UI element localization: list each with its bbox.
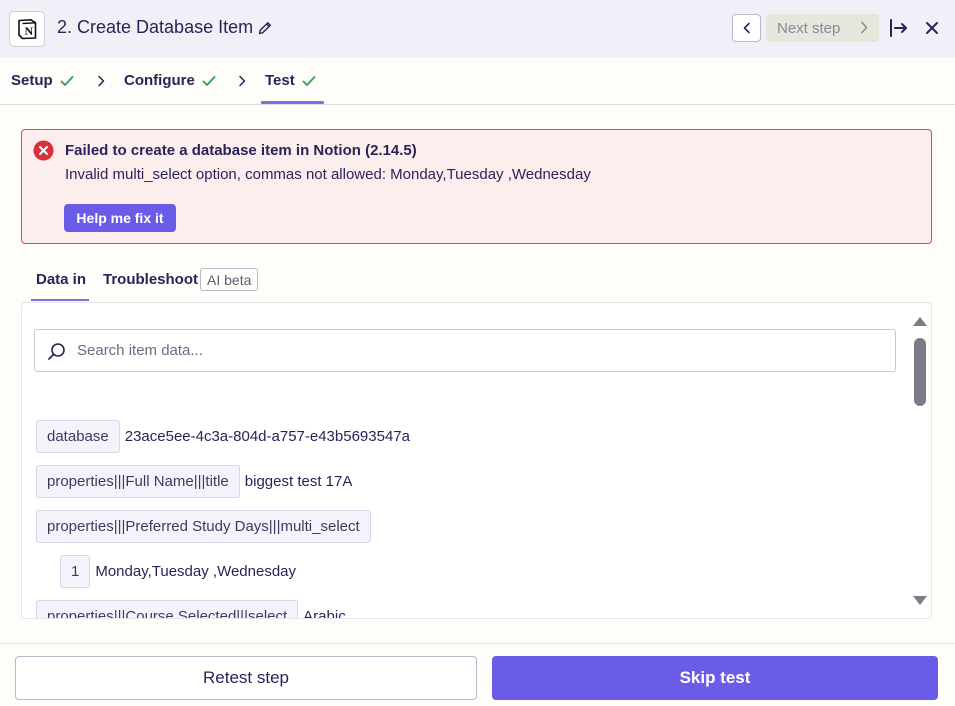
active-tab-indicator [31,299,89,301]
tab-data-in[interactable]: Data in [36,271,86,288]
error-icon [33,140,54,161]
step-title: 2. Create Database Item [57,17,254,37]
list-item: properties|||Preferred Study Days|||mult… [36,510,376,543]
check-icon [60,75,74,86]
chevron-right-icon [861,21,868,34]
list-item: database 23ace5ee-4c3a-804d-a757-e43b569… [36,420,410,453]
data-panel: database 23ace5ee-4c3a-804d-a757-e43b569… [21,302,932,619]
tab-setup[interactable]: Setup [11,72,74,89]
list-item: properties|||Course Selected|||select Ar… [36,600,346,619]
scroll-down-arrow-icon[interactable] [912,595,928,607]
error-alert: Failed to create a database item in Noti… [21,129,932,244]
footer: Retest step Skip test [0,643,955,706]
field-key[interactable]: properties|||Preferred Study Days|||mult… [36,510,371,543]
list-item: properties|||Full Name|||title biggest t… [36,465,352,498]
scrollbar-thumb[interactable] [914,338,926,406]
field-value: 23ace5ee-4c3a-804d-a757-e43b5693547a [124,428,410,445]
next-step-button[interactable]: Next step [766,14,879,42]
chevron-right-icon [98,75,105,87]
tab-troubleshoot[interactable]: Troubleshoot [103,271,198,288]
field-key[interactable]: properties|||Full Name|||title [36,465,240,498]
field-value: biggest test 17A [244,473,353,490]
next-step-label: Next step [777,19,841,37]
field-value: Arabic [303,608,346,619]
field-key[interactable]: properties|||Course Selected|||select [36,600,299,618]
tab-test[interactable]: Test [265,72,316,89]
list-item: 1 Monday,Tuesday ,Wednesday [60,555,296,588]
help-me-fix-button[interactable]: Help me fix it [64,204,176,232]
chevron-left-icon [743,22,750,34]
close-icon[interactable] [924,20,940,36]
notion-app-icon: N [9,11,45,47]
ai-beta-badge: AI beta [200,268,259,291]
step-tabs: Setup Configure Test [0,58,955,105]
edit-pencil-icon[interactable] [257,20,273,36]
previous-step-button[interactable] [732,14,761,42]
field-key[interactable]: 1 [60,555,91,588]
header: N 2. Create Database Item Next step [0,0,955,58]
tab-configure[interactable]: Configure [124,72,216,89]
check-icon [302,75,316,86]
chevron-right-icon [239,75,246,87]
field-value: Monday,Tuesday ,Wednesday [95,563,297,580]
collapse-panel-icon[interactable] [889,18,909,38]
error-message: Invalid multi_select option, commas not … [65,166,591,183]
error-title: Failed to create a database item in Noti… [65,142,417,159]
active-tab-indicator [261,101,324,104]
item-data-list: database 23ace5ee-4c3a-804d-a757-e43b569… [22,303,912,619]
scroll-up-arrow-icon[interactable] [912,315,928,327]
svg-text:N: N [24,24,33,38]
retest-step-button[interactable]: Retest step [15,656,477,700]
field-key[interactable]: database [36,420,120,453]
skip-test-button[interactable]: Skip test [492,656,938,700]
check-icon [202,75,216,86]
